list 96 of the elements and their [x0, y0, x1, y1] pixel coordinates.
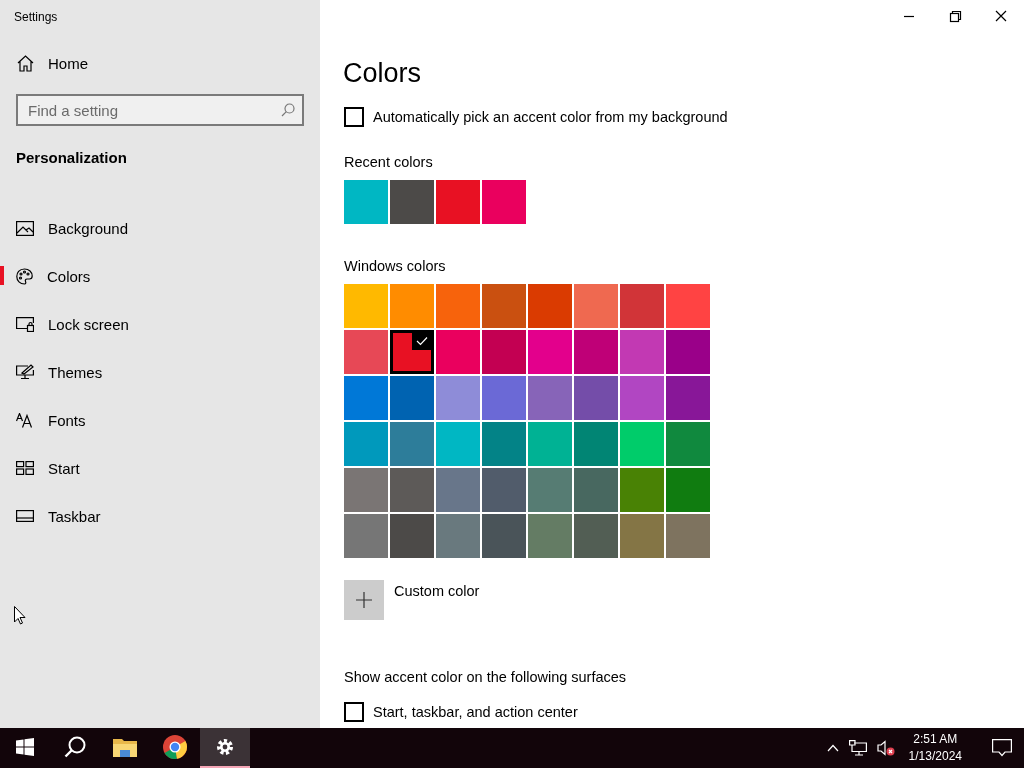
color-swatch[interactable] — [574, 514, 618, 558]
color-swatch[interactable] — [574, 284, 618, 328]
picture-icon — [16, 220, 34, 236]
color-swatch[interactable] — [482, 284, 526, 328]
color-swatch[interactable] — [436, 330, 480, 374]
checkbox[interactable] — [344, 107, 364, 127]
search-icon — [64, 736, 86, 758]
color-swatch[interactable] — [344, 330, 388, 374]
color-swatch[interactable] — [390, 514, 434, 558]
search-field[interactable]: Find a setting — [16, 94, 304, 126]
color-swatch[interactable] — [482, 514, 526, 558]
color-swatch[interactable] — [344, 180, 388, 224]
add-color-button[interactable] — [344, 580, 384, 620]
taskbar-icon — [16, 510, 34, 522]
section-heading: Personalization — [16, 149, 128, 166]
muted-speaker-icon[interactable] — [876, 740, 895, 756]
color-swatch[interactable] — [574, 422, 618, 466]
color-swatch[interactable] — [436, 376, 480, 420]
color-swatch[interactable] — [482, 468, 526, 512]
window-title: Settings — [13, 9, 59, 25]
checkbox-label: Automatically pick an accent color from my background — [373, 109, 728, 125]
color-swatch[interactable] — [344, 422, 388, 466]
search-icon — [281, 103, 295, 117]
color-swatch[interactable] — [620, 468, 664, 512]
color-swatch[interactable] — [344, 468, 388, 512]
taskbar-app-button[interactable] — [200, 728, 250, 768]
color-swatch[interactable] — [344, 514, 388, 558]
section-heading: Windows colors — [344, 258, 447, 274]
nav-item[interactable]: Themes — [0, 348, 320, 396]
color-swatch[interactable] — [436, 514, 480, 558]
color-swatch[interactable] — [344, 284, 388, 328]
color-swatch[interactable] — [574, 468, 618, 512]
color-swatch[interactable] — [344, 376, 388, 420]
color-swatch[interactable] — [666, 422, 710, 466]
color-swatch[interactable] — [528, 376, 572, 420]
color-swatch[interactable] — [620, 284, 664, 328]
color-swatch[interactable] — [574, 330, 618, 374]
color-swatch[interactable] — [528, 422, 572, 466]
color-swatch[interactable] — [528, 468, 572, 512]
color-swatch[interactable] — [620, 330, 664, 374]
color-swatch[interactable] — [620, 514, 664, 558]
color-swatch[interactable] — [666, 284, 710, 328]
color-swatch[interactable] — [390, 376, 434, 420]
home-link[interactable]: Home — [17, 51, 320, 75]
gear-icon — [215, 737, 235, 757]
color-swatch[interactable] — [390, 422, 434, 466]
color-swatch[interactable] — [390, 284, 434, 328]
color-swatch[interactable] — [390, 468, 434, 512]
color-swatch[interactable] — [666, 468, 710, 512]
color-swatch[interactable] — [666, 376, 710, 420]
color-swatch[interactable] — [390, 330, 434, 374]
font-icon — [16, 412, 34, 428]
section-heading: Show accent color on the following surfaces — [344, 669, 628, 685]
checkbox-label: Start, taskbar, and action center — [373, 704, 578, 720]
notification-icon[interactable] — [992, 739, 1012, 757]
tiles-icon — [16, 461, 34, 475]
custom-color-label[interactable]: Custom color — [394, 583, 480, 599]
color-swatch[interactable] — [620, 376, 664, 420]
folder-icon — [113, 737, 137, 757]
color-swatch[interactable] — [390, 180, 434, 224]
windows-logo-icon — [16, 738, 34, 756]
color-swatch[interactable] — [436, 422, 480, 466]
color-swatch[interactable] — [666, 514, 710, 558]
clock-time[interactable]: 2:51 AM — [913, 731, 958, 748]
color-swatch[interactable] — [436, 468, 480, 512]
nav-item[interactable]: Lock screen — [0, 300, 320, 348]
monitor-lock-icon — [16, 316, 34, 332]
color-swatch[interactable] — [482, 330, 526, 374]
palette-icon — [16, 267, 33, 285]
page-title: Colors — [343, 57, 423, 89]
nav-item[interactable]: Fonts — [0, 396, 320, 444]
color-swatch[interactable] — [528, 284, 572, 328]
network-icon[interactable] — [848, 740, 867, 756]
color-swatch[interactable] — [666, 330, 710, 374]
home-icon — [17, 54, 34, 72]
section-heading: Recent colors — [344, 154, 434, 170]
mouse-pointer-icon — [14, 606, 26, 625]
color-swatch[interactable] — [620, 422, 664, 466]
checkbox[interactable] — [344, 702, 364, 722]
nav-item[interactable]: Background — [0, 204, 320, 252]
nav-item[interactable]: Taskbar — [0, 492, 320, 540]
plus-icon — [355, 591, 373, 609]
color-swatch[interactable] — [574, 376, 618, 420]
browser-logo-icon — [163, 735, 187, 759]
checkmark-icon — [416, 336, 428, 346]
color-swatch[interactable] — [482, 180, 526, 224]
color-swatch[interactable] — [436, 284, 480, 328]
chevron-up-icon[interactable] — [826, 744, 839, 752]
brush-monitor-icon — [16, 364, 34, 380]
color-swatch[interactable] — [528, 514, 572, 558]
clock-date[interactable]: 1/13/2024 — [908, 748, 962, 765]
nav-item[interactable]: Start — [0, 444, 320, 492]
color-swatch[interactable] — [482, 376, 526, 420]
color-swatch[interactable] — [436, 180, 480, 224]
color-swatch[interactable] — [528, 330, 572, 374]
color-swatch[interactable] — [482, 422, 526, 466]
